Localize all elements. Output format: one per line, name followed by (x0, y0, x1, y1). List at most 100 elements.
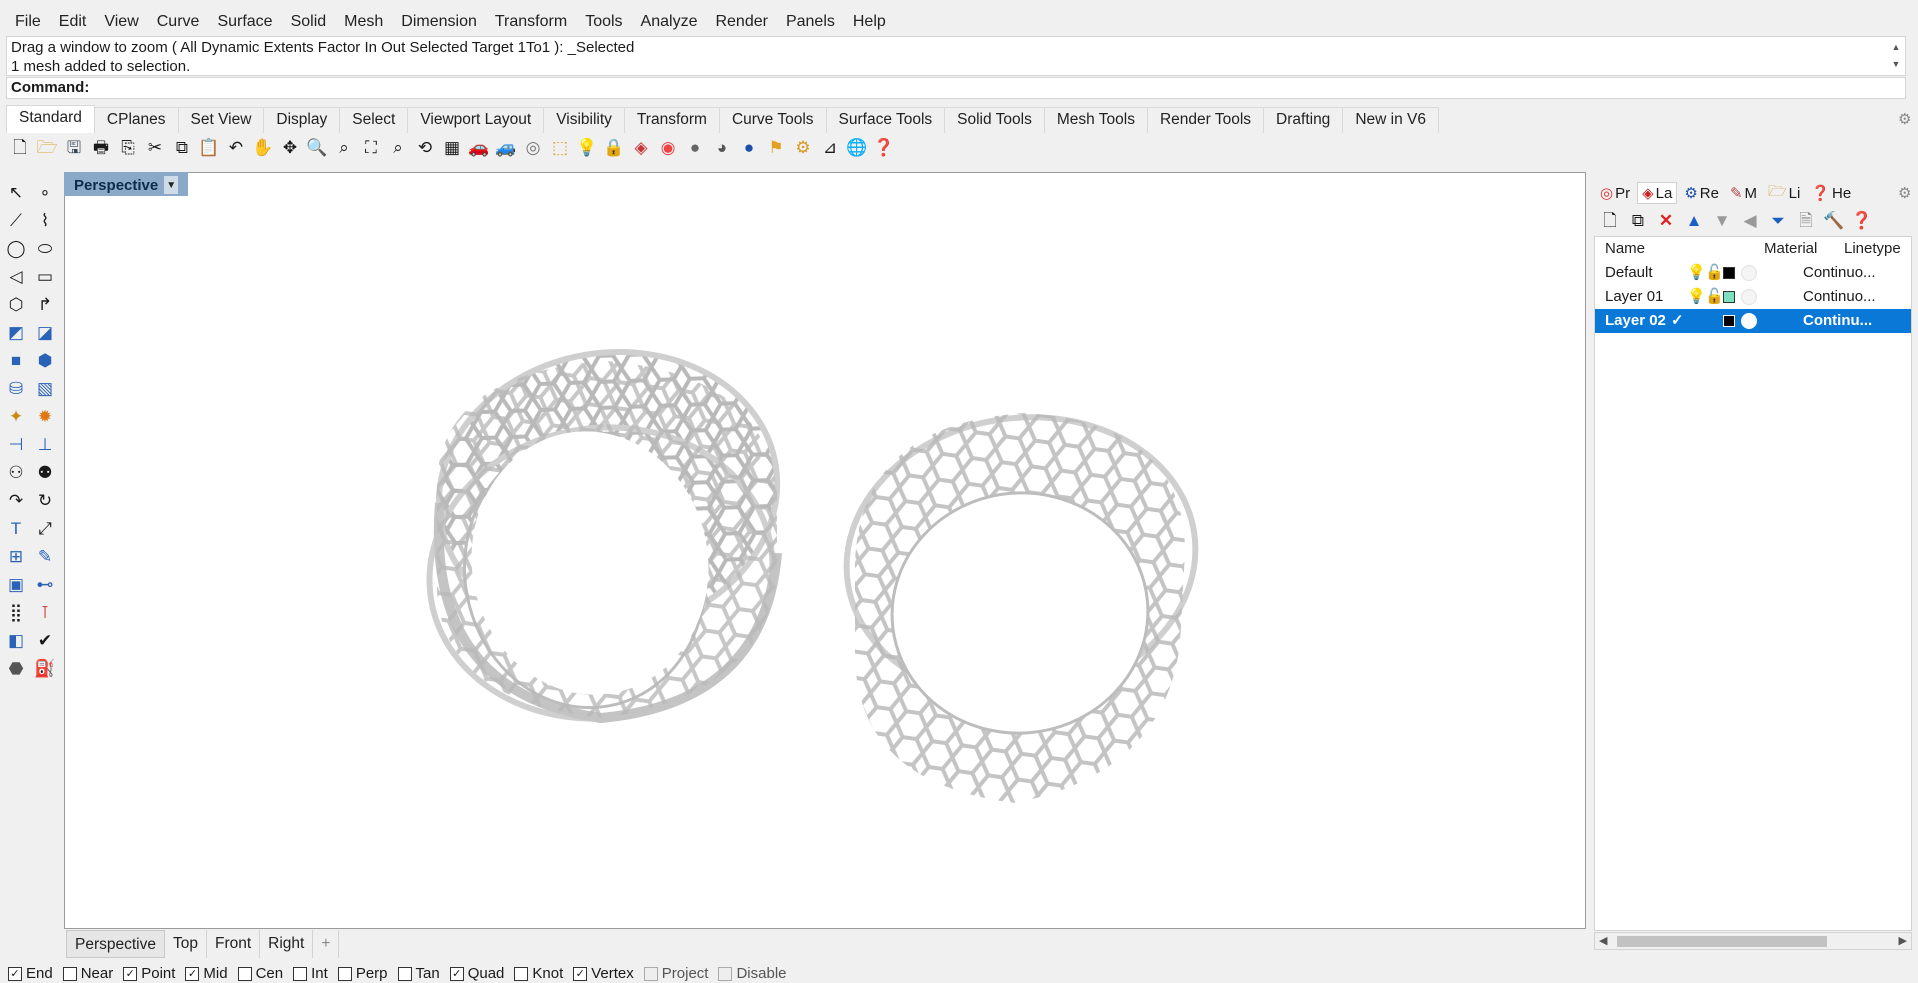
osnap-quad[interactable]: ✓ Quad (449, 965, 504, 982)
layer-row[interactable]: Default 💡 🔓 Continuo... (1595, 261, 1911, 285)
panel-tab-layers[interactable]: ◈ La (1637, 182, 1678, 204)
tab-render-tools[interactable]: Render Tools (1146, 107, 1265, 133)
surface-icon[interactable]: ◩ (2, 320, 30, 344)
osnap-checkbox[interactable] (718, 966, 733, 981)
polygon-icon[interactable]: ⬡ (2, 292, 30, 316)
copy-icon[interactable]: ⧉ (170, 135, 194, 159)
explode-icon[interactable]: ✹ (31, 404, 59, 428)
osnap-checkbox[interactable] (643, 966, 658, 981)
layer-linetype[interactable]: Continu... (1803, 309, 1872, 333)
gear-icon[interactable]: ⚙ (1898, 110, 1911, 128)
osnap-point[interactable]: ✓ Point (123, 965, 175, 982)
tab-surface-tools[interactable]: Surface Tools (825, 107, 946, 133)
history-scrollbar[interactable]: ▲ ▼ (1889, 39, 1903, 73)
zoom-extents-icon[interactable]: ⛶ (359, 135, 383, 159)
grid-array-icon[interactable]: ⣿ (2, 600, 30, 624)
perspective-viewport[interactable] (64, 172, 1586, 929)
menu-dimension[interactable]: Dimension (392, 13, 486, 31)
layer-linetype[interactable]: Continuo... (1803, 261, 1876, 285)
rotate-view-icon[interactable]: ✥ (278, 135, 302, 159)
osnap-knot[interactable]: Knot (514, 965, 563, 982)
tab-display[interactable]: Display (263, 107, 341, 133)
tab-new-in-v6[interactable]: New in V6 (1342, 107, 1439, 133)
lock-icon[interactable]: 🔒 (602, 135, 626, 159)
menu-view[interactable]: View (95, 13, 147, 31)
move-up-icon[interactable]: ▲ (1682, 208, 1706, 232)
osnap-checkbox[interactable] (62, 966, 77, 981)
flag-icon[interactable]: ⚑ (764, 135, 788, 159)
tools-icon[interactable]: 🔨 (1822, 208, 1846, 232)
unlock-icon[interactable]: 🔓 (1705, 261, 1724, 285)
osnap-checkbox[interactable] (337, 966, 352, 981)
text-icon[interactable]: T (2, 516, 30, 540)
menu-mesh[interactable]: Mesh (335, 13, 392, 31)
new-sublayer-icon[interactable]: ⧉ (1626, 208, 1650, 232)
render-sphere-icon[interactable]: ● (737, 135, 761, 159)
help-layers-icon[interactable]: ❓ (1850, 208, 1874, 232)
group-icon[interactable]: ⚇ (2, 460, 30, 484)
mesh-ring-left[interactable] (410, 326, 799, 741)
menu-file[interactable]: File (6, 13, 50, 31)
cylinder-icon[interactable]: ⛁ (2, 376, 30, 400)
new-file-icon[interactable]: 🗋 (8, 135, 32, 159)
column-header-linetype[interactable]: Linetype (1844, 237, 1901, 261)
osnap-end[interactable]: ✓ End (8, 965, 53, 982)
check-icon[interactable]: ✔ (31, 628, 59, 652)
globe-icon[interactable]: 🌐 (845, 135, 869, 159)
add-viewport-tab-icon[interactable]: + (313, 930, 340, 958)
mesh-ring-right[interactable] (828, 395, 1214, 803)
select-arrow-icon[interactable]: ↖ (2, 180, 30, 204)
horizontal-scrollbar[interactable]: ◀ ▶ (1594, 932, 1912, 950)
scroll-thumb[interactable] (1617, 936, 1827, 947)
menu-edit[interactable]: Edit (50, 13, 96, 31)
light-bulb-icon[interactable]: 💡 (1687, 285, 1706, 309)
osnap-disable[interactable]: Disable (718, 965, 787, 982)
column-header-name[interactable]: Name (1605, 237, 1645, 261)
scale-icon[interactable]: ⤢ (31, 516, 59, 540)
car-icon[interactable]: 🚗 (467, 135, 491, 159)
layer-icon[interactable]: ◈ (629, 135, 653, 159)
panel-gear-icon[interactable]: ⚙ (1898, 184, 1911, 202)
osnap-checkbox[interactable]: ✓ (573, 966, 588, 981)
shaded-sphere-icon[interactable]: ● (683, 135, 707, 159)
menu-solid[interactable]: Solid (282, 13, 336, 31)
tab-set-view[interactable]: Set View (177, 107, 265, 133)
mesh-icon[interactable]: ▧ (31, 376, 59, 400)
osnap-checkbox[interactable]: ✓ (123, 966, 138, 981)
tab-drafting[interactable]: Drafting (1263, 107, 1344, 133)
paint-bucket-icon[interactable]: ⛽ (31, 656, 59, 680)
chevron-down-icon[interactable]: ▼ (164, 176, 179, 194)
rendered-sphere-icon[interactable]: ◕ (710, 135, 734, 159)
tab-select[interactable]: Select (339, 107, 409, 133)
undo-icon[interactable]: ↶ (224, 135, 248, 159)
select-filter-icon[interactable]: ⬚ (548, 135, 572, 159)
layer-color-swatch[interactable] (1723, 291, 1735, 303)
move-down-icon[interactable]: ▼ (1710, 208, 1734, 232)
osnap-int[interactable]: Int (293, 965, 328, 982)
layer-row[interactable]: Layer 02 ✓ Continu... (1595, 309, 1911, 333)
osnap-mid[interactable]: ✓ Mid (185, 965, 228, 982)
menu-help[interactable]: Help (844, 13, 895, 31)
move-left-icon[interactable]: ◀ (1738, 208, 1762, 232)
array-icon[interactable]: ⊞ (2, 544, 30, 568)
layer-color-swatch[interactable] (1723, 315, 1735, 327)
trim-icon[interactable]: ⊣ (2, 432, 30, 456)
menu-panels[interactable]: Panels (777, 13, 844, 31)
join-icon[interactable]: ↷ (2, 488, 30, 512)
menu-curve[interactable]: Curve (148, 13, 209, 31)
tab-solid-tools[interactable]: Solid Tools (944, 107, 1045, 133)
layer-row[interactable]: Layer 01 💡 🔓 Continuo... (1595, 285, 1911, 309)
osnap-checkbox[interactable] (293, 966, 308, 981)
paste-icon[interactable]: 📋 (197, 135, 221, 159)
viewport-tab-front[interactable]: Front (207, 930, 261, 958)
light-bulb-icon[interactable]: 💡 (575, 135, 599, 159)
fillet-curve-icon[interactable]: ↱ (31, 292, 59, 316)
dimension-tool-icon[interactable]: ⊷ (31, 572, 59, 596)
boolean-icon[interactable]: ⬢ (31, 348, 59, 372)
transform-icon[interactable]: ✦ (2, 404, 30, 428)
scroll-left-icon[interactable]: ◀ (1599, 933, 1607, 949)
dimension-icon[interactable]: ⊿ (818, 135, 842, 159)
block-icon[interactable]: ▣ (2, 572, 30, 596)
viewport-tab-perspective[interactable]: Perspective (66, 930, 165, 958)
unlock-icon[interactable]: 🔓 (1705, 285, 1724, 309)
